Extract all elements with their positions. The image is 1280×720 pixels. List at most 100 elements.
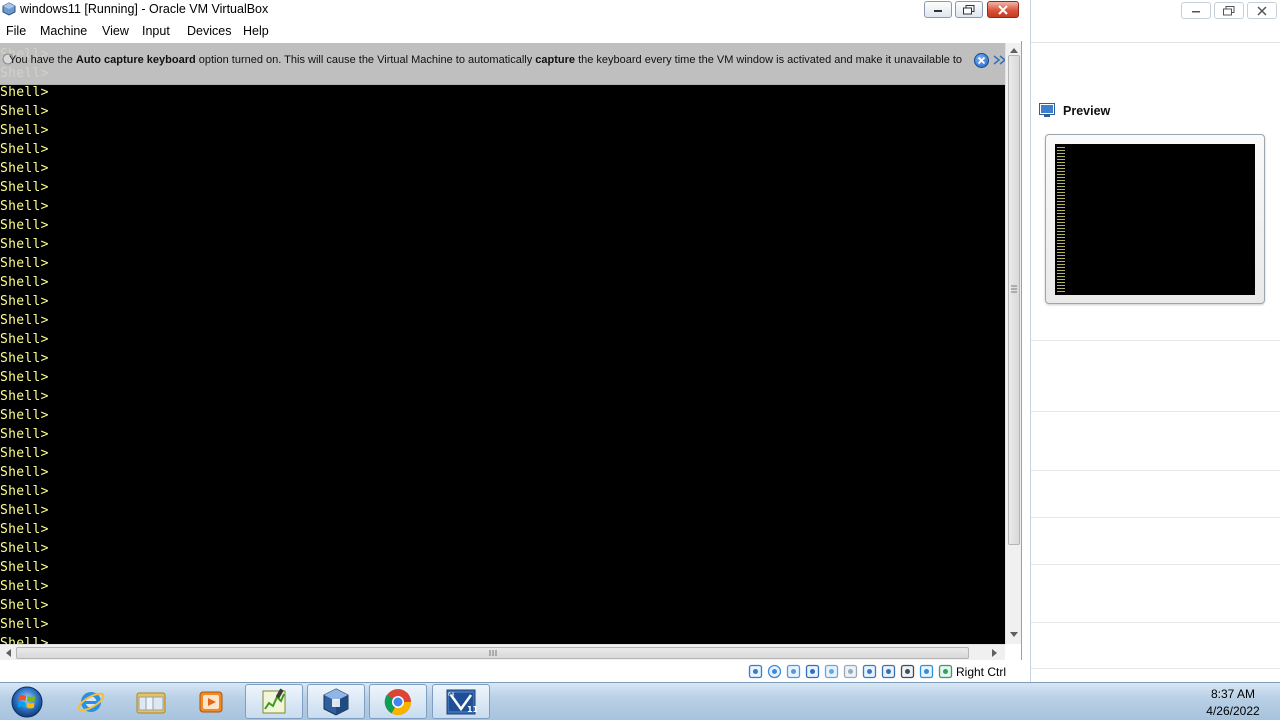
clock-time[interactable]: 8:37 AM — [1196, 687, 1270, 701]
taskbar-virtualbox[interactable] — [307, 684, 365, 719]
optical-drive-icon[interactable] — [767, 664, 782, 679]
shell-prompt-line: Shell> — [0, 180, 49, 195]
vm-preview — [1045, 134, 1265, 304]
scroll-left-arrow-icon[interactable] — [3, 648, 13, 658]
shell-prompt-line: Shell> — [0, 123, 49, 138]
vm-window: windows11 [Running] - Oracle VM VirtualB… — [0, 0, 1022, 682]
shell-prompt-line: Shell> — [0, 598, 49, 613]
preview-section-header[interactable]: Preview — [1039, 103, 1269, 121]
scroll-down-arrow-icon[interactable] — [1009, 630, 1019, 640]
display-icon[interactable] — [862, 664, 877, 679]
vertical-scroll-thumb[interactable] — [1008, 55, 1020, 545]
clock-date[interactable]: 4/26/2022 — [1196, 704, 1270, 718]
shell-prompt-line: Shell> — [0, 104, 49, 119]
menu-bar: File Machine View Input Devices Help — [0, 20, 1022, 41]
vm-titlebar[interactable]: windows11 [Running] - Oracle VM VirtualB… — [0, 0, 1022, 20]
shell-prompt-line: Shell> — [0, 408, 49, 423]
scroll-up-arrow-icon[interactable] — [1009, 45, 1019, 55]
shell-prompt-line: Shell> — [0, 579, 49, 594]
virtualization-icon[interactable] — [900, 664, 915, 679]
network-icon[interactable] — [805, 664, 820, 679]
svg-text:11: 11 — [467, 705, 477, 714]
collapse-icon[interactable] — [992, 53, 1005, 68]
shell-prompt-line: Shell> — [0, 294, 49, 309]
shell-prompt-line: Shell> — [0, 446, 49, 461]
menu-input[interactable]: Input — [142, 24, 170, 38]
taskbar-windows11-vm[interactable]: 11 64 — [432, 684, 490, 719]
notification-text-part: You have the — [9, 54, 76, 66]
vm-status-bar: Right Ctrl — [0, 660, 1022, 682]
shell-prompt-line: Shell> — [0, 313, 49, 328]
menu-help[interactable]: Help — [243, 24, 269, 38]
usb-icon[interactable] — [824, 664, 839, 679]
minimize-button[interactable] — [924, 1, 952, 18]
close-button[interactable] — [987, 1, 1019, 18]
shell-prompt-line: Shell> — [0, 617, 49, 632]
hard-disk-icon[interactable] — [748, 664, 763, 679]
shell-prompt-line: Shell> — [0, 332, 49, 347]
menu-file[interactable]: File — [6, 24, 26, 38]
shell-prompt-line: Shell> — [0, 275, 49, 290]
horizontal-scrollbar[interactable] — [0, 644, 1005, 660]
preview-title: Preview — [1063, 104, 1111, 118]
close-icon[interactable] — [974, 53, 989, 68]
mouse-integration-icon[interactable] — [919, 664, 934, 679]
taskbar-media-player[interactable] — [182, 684, 240, 719]
shell-prompt-line: Shell> — [0, 351, 49, 366]
shell-prompt-line: Shell> — [0, 142, 49, 157]
scroll-right-arrow-icon[interactable] — [990, 648, 1000, 658]
guest-display[interactable]: Shell> Shell> Shell> Shell> Shell> Shell> Shel… — [0, 43, 1005, 644]
divider — [1031, 668, 1280, 669]
menu-devices[interactable]: Devices — [187, 24, 231, 38]
taskbar: 11 64 8:37 AM 4/26/2022 — [0, 682, 1280, 720]
start-button[interactable] — [7, 685, 47, 719]
virtualbox-manager-window: Preview — [1030, 0, 1280, 682]
grip-icon — [1011, 285, 1017, 293]
restore-button[interactable] — [955, 1, 983, 18]
audio-icon[interactable] — [786, 664, 801, 679]
notification-emphasis: capture — [535, 54, 576, 66]
shell-prompt-line: Shell> — [0, 427, 49, 442]
taskbar-task-manager[interactable] — [245, 684, 303, 719]
shell-prompt-line: Shell> — [0, 237, 49, 252]
shared-folders-icon[interactable] — [843, 664, 858, 679]
monitor-icon — [1039, 103, 1055, 117]
task-manager-icon — [262, 688, 286, 713]
shell-prompt-line: Shell> — [0, 541, 49, 556]
shell-prompt-line: Shell> — [0, 465, 49, 480]
manager-titlebar[interactable] — [1031, 0, 1280, 22]
auto-capture-notification: You have the Auto capture keyboard optio… — [0, 43, 1005, 85]
shell-prompt-line: Shell> — [0, 199, 49, 214]
host-key-label[interactable]: Right Ctrl — [956, 665, 1006, 679]
notification-text-part: the keyboard every time the VM window is… — [575, 54, 963, 66]
divider — [1031, 411, 1280, 412]
manager-close-button[interactable] — [1247, 2, 1277, 19]
shell-prompt-line: Shell> — [0, 484, 49, 499]
manager-restore-button[interactable] — [1214, 2, 1244, 19]
virtualbox-icon — [2, 2, 16, 16]
horizontal-scroll-thumb[interactable] — [16, 647, 969, 659]
video-capture-icon[interactable] — [881, 664, 896, 679]
vertical-scrollbar[interactable] — [1005, 43, 1021, 644]
menu-view[interactable]: View — [102, 24, 129, 38]
shell-prompt-line: Shell> — [0, 636, 49, 644]
notification-text-part: option turned on. This will cause the Vi… — [195, 54, 536, 66]
keyboard-icon[interactable] — [938, 664, 953, 679]
menu-machine[interactable]: Machine — [40, 24, 87, 38]
taskbar-file-explorer[interactable] — [122, 684, 180, 719]
divider — [1031, 470, 1280, 471]
shell-prompt-line: Shell> — [0, 560, 49, 575]
divider — [1031, 340, 1280, 341]
shell-prompt-line: Shell> — [0, 85, 49, 100]
divider — [1031, 564, 1280, 565]
shell-prompt-line: Shell> — [0, 256, 49, 271]
shell-prompt-line: Shell> — [0, 389, 49, 404]
manager-minimize-button[interactable] — [1181, 2, 1211, 19]
media-player-icon — [199, 691, 223, 712]
taskbar-internet-explorer[interactable] — [62, 684, 120, 719]
divider — [1031, 622, 1280, 623]
svg-text:64: 64 — [448, 692, 454, 698]
shell-prompt-line: Shell> — [0, 370, 49, 385]
vm-preview-text — [1057, 147, 1065, 293]
taskbar-chrome[interactable] — [369, 684, 427, 719]
